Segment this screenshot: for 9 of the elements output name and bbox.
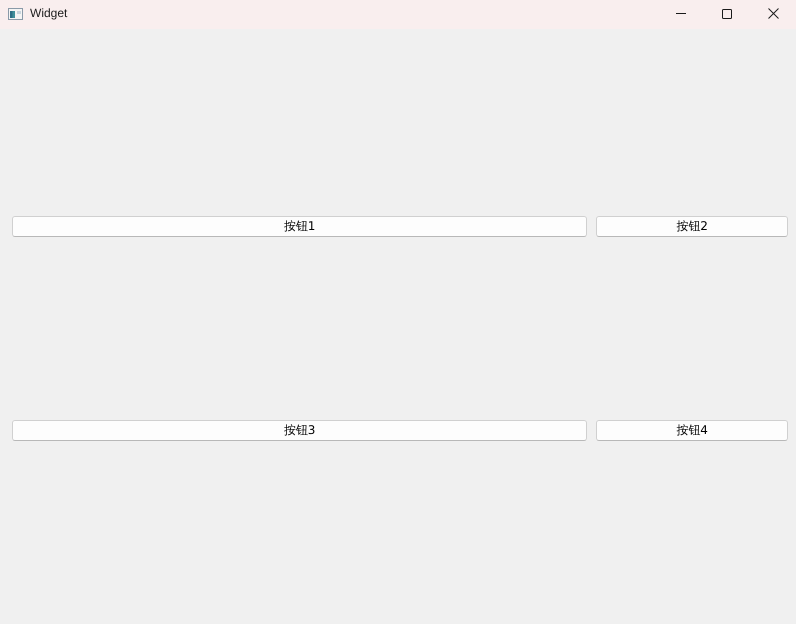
minimize-icon (676, 13, 686, 14)
window-icon (8, 8, 23, 20)
push-button[interactable]: 按钮3 (12, 420, 588, 441)
push-button[interactable]: 按钮4 (596, 420, 788, 441)
maximize-icon (722, 8, 732, 18)
push-button[interactable]: 按钮2 (596, 216, 788, 237)
window-title: Widget (30, 6, 68, 20)
push-button[interactable]: 按钮1 (12, 216, 588, 237)
close-icon (768, 8, 778, 19)
